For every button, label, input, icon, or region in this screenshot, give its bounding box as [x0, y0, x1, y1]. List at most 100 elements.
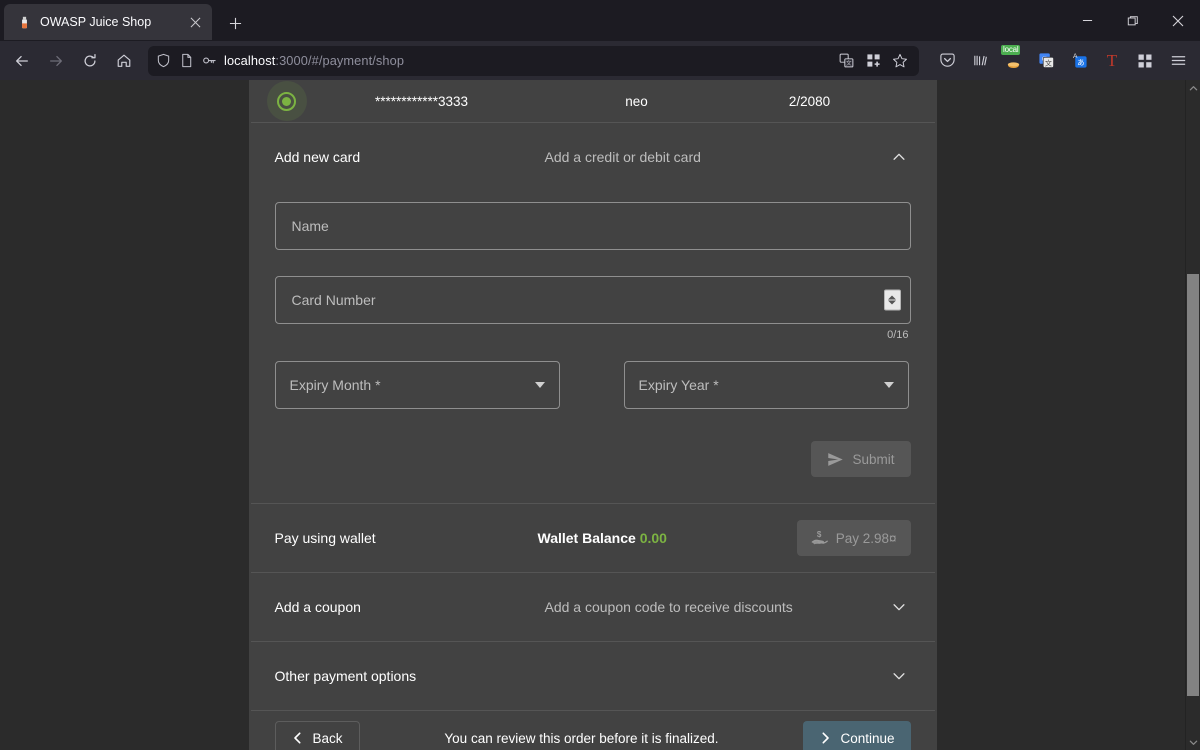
tab-strip: OWASP Juice Shop [0, 0, 1200, 41]
back-button[interactable]: Back [274, 721, 360, 750]
juice-shop-extension-icon[interactable]: local [997, 44, 1029, 77]
google-translate-icon[interactable]: G 文 [1030, 45, 1062, 77]
wallet-balance-amount: 0.00 [639, 530, 667, 546]
minimize-icon[interactable] [1065, 0, 1110, 41]
browser-tab[interactable]: OWASP Juice Shop [4, 4, 212, 40]
extensions-grid-icon[interactable] [861, 49, 885, 73]
add-coupon-header[interactable]: Add a coupon Add a coupon code to receiv… [249, 573, 937, 641]
scroll-up-icon[interactable] [1186, 80, 1200, 96]
card-number-field-label: Card Number [291, 292, 376, 308]
svg-text:A: A [1073, 53, 1078, 60]
submit-row: Submit [275, 441, 911, 503]
pocket-icon[interactable] [931, 45, 963, 77]
close-icon[interactable] [1155, 0, 1200, 41]
library-icon[interactable] [964, 45, 996, 77]
hand-money-icon: $ [811, 529, 829, 547]
name-field-label: Name [291, 218, 329, 234]
page-scrollbar[interactable] [1185, 80, 1200, 750]
expiry-month-select[interactable]: Expiry Month * [274, 361, 560, 409]
back-button-label: Back [312, 730, 343, 746]
chevron-down-icon[interactable] [887, 664, 911, 688]
card-expiry: 2/2080 [788, 93, 831, 109]
key-icon[interactable] [201, 52, 218, 69]
home-icon[interactable] [108, 45, 140, 77]
payment-actions: Back You can review this order before it… [249, 711, 937, 750]
wallet-title: Pay using wallet [274, 530, 376, 546]
add-new-card-header[interactable]: Add new card Add a credit or debit card [249, 123, 937, 191]
app-menu-icon[interactable] [1162, 45, 1194, 77]
toolbar-extensions: local G 文 あ A [927, 44, 1194, 77]
chevron-down-icon [534, 382, 545, 388]
extension-badge: local [1001, 44, 1021, 55]
chevron-up-icon[interactable] [887, 145, 911, 169]
continue-button[interactable]: Continue [803, 721, 911, 750]
tampermonkey-icon[interactable]: T [1096, 45, 1128, 77]
svg-text:あ: あ [1077, 58, 1085, 67]
expiry-year-label: Expiry Year * [638, 377, 719, 393]
address-bar-actions: 文 [834, 49, 912, 73]
address-bar[interactable]: localhost:3000/#/payment/shop 文 [148, 45, 919, 76]
url-text: localhost:3000/#/payment/shop [224, 53, 828, 68]
url-path: :3000/#/payment/shop [275, 53, 405, 68]
add-new-card-title: Add new card [274, 149, 361, 165]
expiry-year-select[interactable]: Expiry Year * [623, 361, 909, 409]
saved-card-row[interactable]: ************3333 neo 2/2080 [249, 80, 937, 122]
shield-icon[interactable] [155, 52, 172, 69]
add-coupon-description: Add a coupon code to receive discounts [544, 599, 793, 615]
chevron-down-icon[interactable] [887, 595, 911, 619]
order-review-text: You can review this order before it is f… [444, 730, 719, 746]
card-radio-selected[interactable] [266, 81, 307, 121]
add-new-card-description: Add a credit or debit card [544, 149, 701, 165]
pay-with-wallet-label: Pay 2.98¤ [835, 530, 897, 546]
send-icon [827, 451, 844, 468]
juice-bottle-icon [16, 14, 32, 30]
number-spinner-icon[interactable] [883, 289, 901, 311]
chevron-down-icon [883, 382, 894, 388]
add-new-card-body: Name Card Number 0/16 Expiry Month * Exp… [249, 202, 937, 503]
payment-panel: ************3333 neo 2/2080 Add new card… [248, 80, 937, 750]
scrollbar-thumb[interactable] [1187, 274, 1199, 697]
svg-text:$: $ [817, 530, 822, 539]
pay-with-wallet-button[interactable]: $ Pay 2.98¤ [796, 520, 911, 556]
radio-inner-dot [282, 96, 291, 106]
add-coupon-title: Add a coupon [274, 599, 361, 615]
submit-card-button[interactable]: Submit [811, 441, 911, 477]
svg-text:文: 文 [846, 59, 852, 67]
wallet-balance: Wallet Balance 0.00 [538, 530, 797, 546]
translate-page-icon[interactable]: 文 [834, 49, 858, 73]
expiry-month-label: Expiry Month * [289, 377, 381, 393]
continue-button-label: Continue [840, 730, 895, 746]
window-controls [1065, 0, 1200, 41]
back-arrow-icon[interactable] [6, 45, 38, 77]
reload-icon[interactable] [74, 45, 106, 77]
browser-window: OWASP Juice Shop localhost:3000/#/paymen… [0, 0, 1200, 750]
chevron-right-icon [819, 732, 831, 744]
wallet-row: Pay using wallet Wallet Balance 0.00 $ P… [249, 504, 937, 572]
extensions-puzzle-icon[interactable] [1129, 45, 1161, 77]
card-number-field[interactable]: Card Number [274, 276, 911, 324]
page-icon[interactable] [178, 52, 195, 69]
card-number-counter: 0/16 [887, 329, 909, 341]
bookmark-star-icon[interactable] [888, 49, 912, 73]
page-viewport: ************3333 neo 2/2080 Add new card… [0, 80, 1200, 750]
svg-text:文: 文 [1044, 59, 1051, 68]
submit-card-label: Submit [852, 451, 895, 467]
chevron-left-icon [292, 732, 304, 744]
forward-arrow-icon[interactable] [40, 45, 72, 77]
card-masked-number: ************3333 [374, 93, 469, 109]
other-payment-options-header[interactable]: Other payment options [249, 642, 937, 710]
translator-icon[interactable]: あ A [1063, 45, 1095, 77]
tab-title: OWASP Juice Shop [40, 15, 152, 29]
name-field[interactable]: Name [274, 202, 911, 250]
url-host: localhost [224, 53, 276, 68]
tampermonkey-glyph: T [1106, 51, 1118, 70]
expiry-selects: Expiry Month * Expiry Year * [274, 361, 911, 409]
card-holder-name: neo [625, 93, 648, 109]
new-tab-button[interactable] [220, 8, 250, 38]
maximize-icon[interactable] [1110, 0, 1155, 41]
other-payment-options-title: Other payment options [274, 668, 417, 684]
page-content-area: ************3333 neo 2/2080 Add new card… [0, 80, 1185, 750]
tab-close-icon[interactable] [184, 11, 206, 33]
wallet-balance-label: Wallet Balance [537, 530, 636, 546]
scroll-down-icon[interactable] [1186, 734, 1200, 750]
